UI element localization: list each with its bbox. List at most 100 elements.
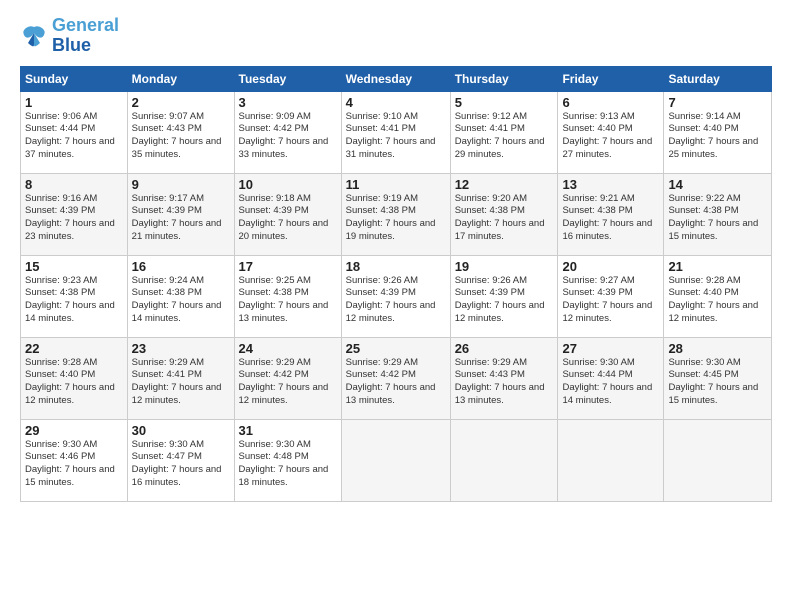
calendar-cell: 11 Sunrise: 9:19 AM Sunset: 4:38 PM Dayl… [341,173,450,255]
day-number: 12 [455,177,554,192]
day-info: Sunrise: 9:30 AM Sunset: 4:48 PM Dayligh… [239,439,337,490]
day-number: 30 [132,423,230,438]
day-info: Sunrise: 9:25 AM Sunset: 4:38 PM Dayligh… [239,275,337,326]
day-info: Sunrise: 9:16 AM Sunset: 4:39 PM Dayligh… [25,193,123,244]
calendar-cell: 29 Sunrise: 9:30 AM Sunset: 4:46 PM Dayl… [21,419,128,501]
day-info: Sunrise: 9:29 AM Sunset: 4:42 PM Dayligh… [346,357,446,408]
calendar-cell: 22 Sunrise: 9:28 AM Sunset: 4:40 PM Dayl… [21,337,128,419]
day-number: 4 [346,95,446,110]
weekday-header-wednesday: Wednesday [341,66,450,91]
calendar-cell: 18 Sunrise: 9:26 AM Sunset: 4:39 PM Dayl… [341,255,450,337]
day-number: 28 [668,341,767,356]
day-info: Sunrise: 9:29 AM Sunset: 4:42 PM Dayligh… [239,357,337,408]
day-number: 13 [562,177,659,192]
logo-icon [20,25,48,47]
day-info: Sunrise: 9:30 AM Sunset: 4:45 PM Dayligh… [668,357,767,408]
day-number: 20 [562,259,659,274]
day-info: Sunrise: 9:07 AM Sunset: 4:43 PM Dayligh… [132,111,230,162]
day-number: 29 [25,423,123,438]
day-number: 17 [239,259,337,274]
page-header: GeneralBlue [20,16,772,56]
day-number: 26 [455,341,554,356]
calendar-cell: 26 Sunrise: 9:29 AM Sunset: 4:43 PM Dayl… [450,337,558,419]
weekday-header-monday: Monday [127,66,234,91]
weekday-header-saturday: Saturday [664,66,772,91]
day-info: Sunrise: 9:19 AM Sunset: 4:38 PM Dayligh… [346,193,446,244]
calendar-cell: 2 Sunrise: 9:07 AM Sunset: 4:43 PM Dayli… [127,91,234,173]
day-number: 5 [455,95,554,110]
day-info: Sunrise: 9:21 AM Sunset: 4:38 PM Dayligh… [562,193,659,244]
day-number: 15 [25,259,123,274]
day-number: 27 [562,341,659,356]
day-number: 23 [132,341,230,356]
day-info: Sunrise: 9:26 AM Sunset: 4:39 PM Dayligh… [346,275,446,326]
calendar-table: SundayMondayTuesdayWednesdayThursdayFrid… [20,66,772,502]
day-info: Sunrise: 9:18 AM Sunset: 4:39 PM Dayligh… [239,193,337,244]
calendar-cell: 3 Sunrise: 9:09 AM Sunset: 4:42 PM Dayli… [234,91,341,173]
day-info: Sunrise: 9:30 AM Sunset: 4:47 PM Dayligh… [132,439,230,490]
day-info: Sunrise: 9:09 AM Sunset: 4:42 PM Dayligh… [239,111,337,162]
logo: GeneralBlue [20,16,119,56]
day-info: Sunrise: 9:06 AM Sunset: 4:44 PM Dayligh… [25,111,123,162]
calendar-cell: 25 Sunrise: 9:29 AM Sunset: 4:42 PM Dayl… [341,337,450,419]
day-info: Sunrise: 9:30 AM Sunset: 4:44 PM Dayligh… [562,357,659,408]
day-number: 31 [239,423,337,438]
calendar-cell: 14 Sunrise: 9:22 AM Sunset: 4:38 PM Dayl… [664,173,772,255]
day-info: Sunrise: 9:22 AM Sunset: 4:38 PM Dayligh… [668,193,767,244]
calendar-cell: 28 Sunrise: 9:30 AM Sunset: 4:45 PM Dayl… [664,337,772,419]
day-number: 16 [132,259,230,274]
weekday-header-thursday: Thursday [450,66,558,91]
calendar-cell: 13 Sunrise: 9:21 AM Sunset: 4:38 PM Dayl… [558,173,664,255]
weekday-header-sunday: Sunday [21,66,128,91]
day-info: Sunrise: 9:26 AM Sunset: 4:39 PM Dayligh… [455,275,554,326]
calendar-cell [664,419,772,501]
calendar-cell: 12 Sunrise: 9:20 AM Sunset: 4:38 PM Dayl… [450,173,558,255]
day-info: Sunrise: 9:12 AM Sunset: 4:41 PM Dayligh… [455,111,554,162]
day-number: 21 [668,259,767,274]
day-info: Sunrise: 9:14 AM Sunset: 4:40 PM Dayligh… [668,111,767,162]
day-info: Sunrise: 9:20 AM Sunset: 4:38 PM Dayligh… [455,193,554,244]
day-info: Sunrise: 9:29 AM Sunset: 4:43 PM Dayligh… [455,357,554,408]
calendar-cell: 8 Sunrise: 9:16 AM Sunset: 4:39 PM Dayli… [21,173,128,255]
calendar-cell: 5 Sunrise: 9:12 AM Sunset: 4:41 PM Dayli… [450,91,558,173]
day-number: 19 [455,259,554,274]
day-number: 6 [562,95,659,110]
day-info: Sunrise: 9:28 AM Sunset: 4:40 PM Dayligh… [25,357,123,408]
day-number: 25 [346,341,446,356]
day-number: 22 [25,341,123,356]
day-number: 10 [239,177,337,192]
calendar-cell [558,419,664,501]
calendar-cell: 16 Sunrise: 9:24 AM Sunset: 4:38 PM Dayl… [127,255,234,337]
day-info: Sunrise: 9:17 AM Sunset: 4:39 PM Dayligh… [132,193,230,244]
day-number: 7 [668,95,767,110]
calendar-cell: 17 Sunrise: 9:25 AM Sunset: 4:38 PM Dayl… [234,255,341,337]
calendar-cell: 9 Sunrise: 9:17 AM Sunset: 4:39 PM Dayli… [127,173,234,255]
day-info: Sunrise: 9:30 AM Sunset: 4:46 PM Dayligh… [25,439,123,490]
day-number: 11 [346,177,446,192]
calendar-cell: 21 Sunrise: 9:28 AM Sunset: 4:40 PM Dayl… [664,255,772,337]
calendar-cell: 24 Sunrise: 9:29 AM Sunset: 4:42 PM Dayl… [234,337,341,419]
day-number: 1 [25,95,123,110]
day-info: Sunrise: 9:23 AM Sunset: 4:38 PM Dayligh… [25,275,123,326]
calendar-cell: 7 Sunrise: 9:14 AM Sunset: 4:40 PM Dayli… [664,91,772,173]
calendar-cell: 6 Sunrise: 9:13 AM Sunset: 4:40 PM Dayli… [558,91,664,173]
day-info: Sunrise: 9:29 AM Sunset: 4:41 PM Dayligh… [132,357,230,408]
day-number: 24 [239,341,337,356]
day-number: 9 [132,177,230,192]
calendar-cell: 10 Sunrise: 9:18 AM Sunset: 4:39 PM Dayl… [234,173,341,255]
weekday-header-tuesday: Tuesday [234,66,341,91]
day-info: Sunrise: 9:24 AM Sunset: 4:38 PM Dayligh… [132,275,230,326]
day-info: Sunrise: 9:27 AM Sunset: 4:39 PM Dayligh… [562,275,659,326]
day-info: Sunrise: 9:13 AM Sunset: 4:40 PM Dayligh… [562,111,659,162]
calendar-cell: 4 Sunrise: 9:10 AM Sunset: 4:41 PM Dayli… [341,91,450,173]
day-number: 3 [239,95,337,110]
calendar-cell [450,419,558,501]
day-number: 14 [668,177,767,192]
calendar-cell: 15 Sunrise: 9:23 AM Sunset: 4:38 PM Dayl… [21,255,128,337]
calendar-cell: 19 Sunrise: 9:26 AM Sunset: 4:39 PM Dayl… [450,255,558,337]
calendar-cell [341,419,450,501]
calendar-cell: 27 Sunrise: 9:30 AM Sunset: 4:44 PM Dayl… [558,337,664,419]
calendar-cell: 30 Sunrise: 9:30 AM Sunset: 4:47 PM Dayl… [127,419,234,501]
day-info: Sunrise: 9:28 AM Sunset: 4:40 PM Dayligh… [668,275,767,326]
calendar-cell: 20 Sunrise: 9:27 AM Sunset: 4:39 PM Dayl… [558,255,664,337]
